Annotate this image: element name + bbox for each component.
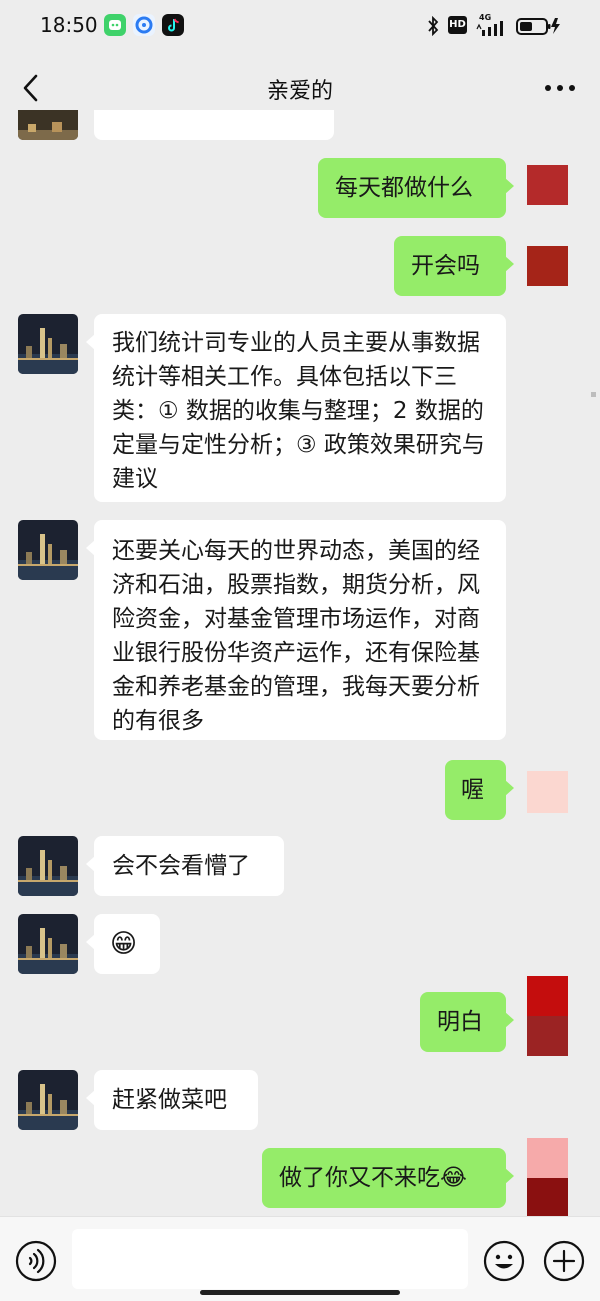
hd-label: HD	[449, 19, 466, 30]
message-text: 赶紧做菜吧	[112, 1087, 227, 1113]
message-bubble-incoming[interactable]: 😁	[86, 914, 160, 974]
message-bubble-incoming-partial[interactable]	[94, 110, 334, 140]
hd-icon: HD	[448, 16, 467, 34]
message-text: 会不会看懵了	[112, 853, 250, 879]
contact-avatar[interactable]	[18, 914, 78, 974]
message-bubble-outgoing[interactable]: 喔	[445, 760, 514, 820]
message-bubble-incoming[interactable]: 会不会看懵了	[86, 836, 284, 896]
home-indicator[interactable]	[200, 1290, 400, 1295]
message-text: 还要关心每天的世界动态，美国的经济和石油，股票指数，期货分析，风险资金，对基金管…	[112, 538, 480, 734]
wechat-mini-icon	[104, 14, 126, 36]
user-avatar-pixelated	[527, 976, 568, 1016]
tiktok-icon	[162, 14, 184, 36]
message-input[interactable]	[72, 1229, 468, 1289]
contact-avatar[interactable]	[18, 836, 78, 896]
battery-icon	[516, 16, 562, 36]
message-bubble-incoming[interactable]: 还要关心每天的世界动态，美国的经济和石油，股票指数，期货分析，风险资金，对基金管…	[86, 520, 506, 740]
message-text: 每天都做什么	[335, 175, 473, 201]
message-bubble-outgoing[interactable]: 明白	[420, 992, 514, 1052]
message-bubble-incoming[interactable]: 赶紧做菜吧	[86, 1070, 258, 1130]
contact-avatar[interactable]	[18, 314, 78, 374]
user-avatar-pixelated	[527, 1178, 568, 1216]
message-text: 我们统计司专业的人员主要从事数据统计等相关工作。具体包括以下三类：① 数据的收集…	[112, 330, 485, 492]
contact-avatar[interactable]	[18, 110, 78, 140]
emoji-button[interactable]	[482, 1239, 526, 1283]
user-avatar-pixelated	[527, 1016, 568, 1056]
status-bar: 18:50 HD 4G	[0, 0, 600, 54]
more-dots-icon	[545, 85, 575, 91]
message-text: 开会吗	[411, 253, 480, 279]
voice-button[interactable]	[14, 1239, 58, 1283]
scroll-indicator	[591, 392, 596, 397]
message-bubble-outgoing[interactable]: 做了你又不来吃😂	[262, 1148, 514, 1208]
more-button[interactable]	[538, 72, 582, 104]
chat-title: 亲爱的	[266, 79, 333, 104]
grin-emoji: 😁	[110, 929, 138, 959]
contact-avatar[interactable]	[18, 1070, 78, 1130]
plus-circle-icon	[543, 1240, 585, 1282]
user-avatar-pixelated	[527, 1138, 568, 1178]
user-avatar-pixelated	[527, 246, 568, 286]
smiley-icon	[483, 1240, 525, 1282]
4g-signal-icon: 4G	[476, 13, 506, 37]
more-functions-button[interactable]	[542, 1239, 586, 1283]
browser-icon	[133, 14, 155, 36]
user-avatar-pixelated	[527, 165, 568, 205]
contact-avatar[interactable]	[18, 520, 78, 580]
message-bubble-incoming[interactable]: 我们统计司专业的人员主要从事数据统计等相关工作。具体包括以下三类：① 数据的收集…	[86, 314, 506, 502]
message-text: 喔	[461, 777, 484, 803]
voice-icon	[15, 1240, 57, 1282]
bluetooth-icon	[428, 16, 439, 36]
message-text: 明白	[437, 1009, 483, 1035]
input-bar	[0, 1216, 600, 1301]
user-avatar-pixelated	[527, 771, 568, 813]
message-bubble-outgoing[interactable]: 每天都做什么	[318, 158, 514, 218]
status-time: 18:50	[40, 13, 98, 37]
message-bubble-outgoing[interactable]: 开会吗	[394, 236, 514, 296]
message-text: 做了你又不来吃😂	[279, 1165, 467, 1191]
